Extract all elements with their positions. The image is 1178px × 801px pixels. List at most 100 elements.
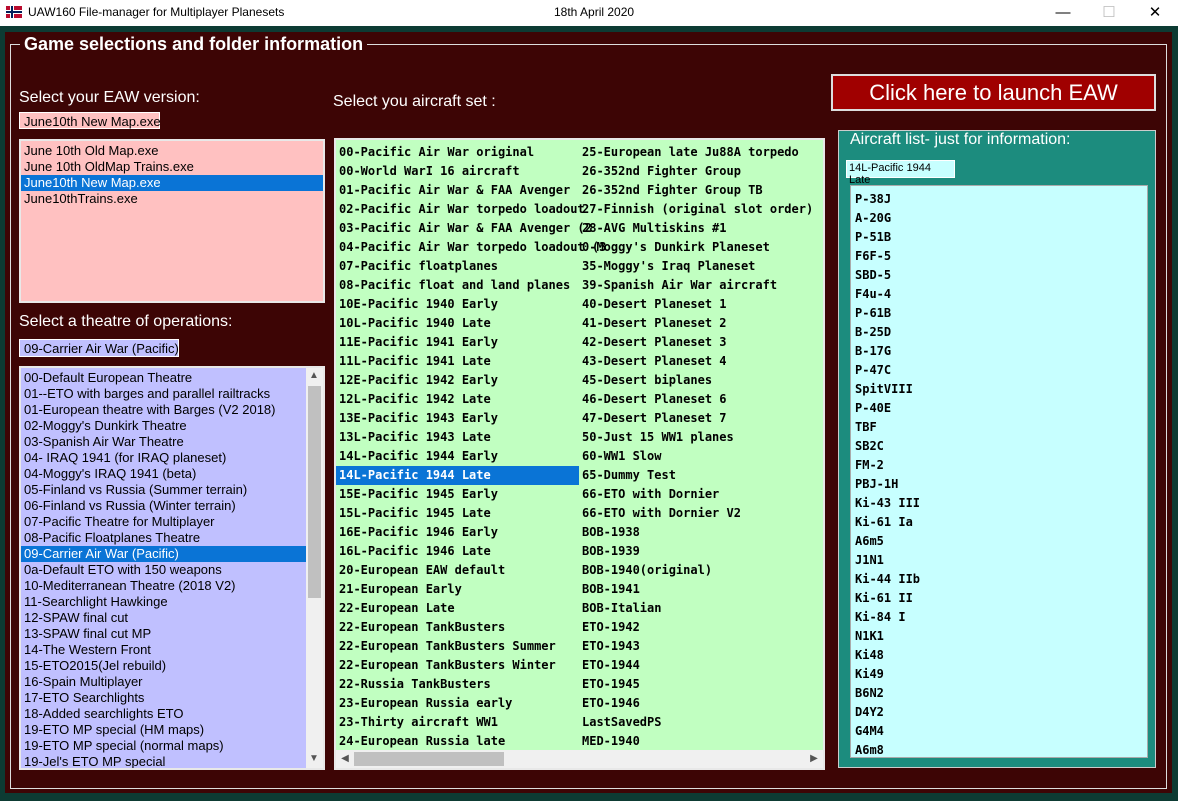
aircraft-set-item[interactable]: 60-WW1 Slow [579,447,823,466]
theatre-item[interactable]: 08-Pacific Floatplanes Theatre [21,530,323,546]
aircraft-set-item[interactable]: 11E-Pacific 1941 Early [336,333,579,352]
aircraft-set-item[interactable]: 45-Desert biplanes [579,371,823,390]
aircraft-set-item[interactable]: 41-Desert Planeset 2 [579,314,823,333]
theatre-item[interactable]: 12-SPAW final cut [21,610,323,626]
aircraft-set-item[interactable]: 08-Pacific float and land planes [336,276,579,295]
aircraft-set-item[interactable]: 40-Desert Planeset 1 [579,295,823,314]
eaw-version-item[interactable]: June10th New Map.exe [21,175,323,191]
aircraft-set-item[interactable]: BOB-1939 [579,542,823,561]
theatre-item[interactable]: 09-Carrier Air War (Pacific) [21,546,323,562]
aircraft-set-item[interactable]: 22-Russia TankBusters [336,675,579,694]
aircraft-set-hscroll-thumb[interactable] [354,752,504,766]
theatre-item[interactable]: 04-Moggy's IRAQ 1941 (beta) [21,466,323,482]
aircraft-set-item[interactable]: 22-European TankBusters Winter [336,656,579,675]
aircraft-set-item[interactable]: 02-Pacific Air War torpedo loadout [336,200,585,219]
aircraft-set-item[interactable]: 42-Desert Planeset 3 [579,333,823,352]
theatre-item[interactable]: 19-ETO MP special (normal maps) [21,738,323,754]
aircraft-set-item[interactable]: 16E-Pacific 1946 Early [336,523,579,542]
aircraft-set-item[interactable]: 35-Moggy's Iraq Planeset [579,257,823,276]
theatre-item[interactable]: 05-Finland vs Russia (Summer terrain) [21,482,323,498]
aircraft-set-item[interactable]: 13L-Pacific 1943 Late [336,428,579,447]
aircraft-set-item[interactable]: 11L-Pacific 1941 Late [336,352,579,371]
aircraft-set-item[interactable]: 22-European TankBusters Summer [336,637,579,656]
aircraft-set-item[interactable]: 26-352nd Fighter Group TB [579,181,823,200]
aircraft-set-item[interactable]: 66-ETO with Dornier [579,485,823,504]
theatre-item[interactable]: 00-Default European Theatre [21,370,323,386]
aircraft-set-item[interactable]: 03-Pacific Air War & FAA Avenger (2 [336,219,592,238]
aircraft-set-item[interactable]: 66-ETO with Dornier V2 [579,504,823,523]
launch-eaw-button[interactable]: Click here to launch EAW [831,74,1156,111]
theatre-item[interactable]: 17-ETO Searchlights [21,690,323,706]
aircraft-set-item[interactable]: 13E-Pacific 1943 Early [336,409,579,428]
aircraft-set-item[interactable]: 46-Desert Planeset 6 [579,390,823,409]
scroll-up-icon[interactable]: ▲ [306,370,322,381]
aircraft-set-item[interactable]: 23-Thirty aircraft WW1 [336,713,579,732]
theatre-item[interactable]: 06-Finland vs Russia (Winter terrain) [21,498,323,514]
aircraft-set-item[interactable]: 28-AVG Multiskins #1 [579,219,823,238]
theatre-item[interactable]: 18-Added searchlights ETO [21,706,323,722]
eaw-version-list[interactable]: June 10th Old Map.exe June 10th OldMap Tr… [19,139,325,303]
theatre-item[interactable]: 16-Spain Multiplayer [21,674,323,690]
theatre-list[interactable]: 00-Default European Theatre 01--ETO with … [19,366,325,770]
aircraft-set-item[interactable]: 10E-Pacific 1940 Early [336,295,579,314]
aircraft-set-item[interactable]: ETO-1944 [579,656,823,675]
aircraft-set-item[interactable]: 15L-Pacific 1945 Late [336,504,579,523]
aircraft-set-item[interactable]: 12L-Pacific 1942 Late [336,390,579,409]
aircraft-set-item[interactable]: 23-European Russia early [336,694,579,713]
aircraft-set-item[interactable]: 65-Dummy Test [579,466,823,485]
aircraft-set-item[interactable]: ETO-1942 [579,618,823,637]
aircraft-set-item[interactable]: ETO-1946 [579,694,823,713]
theatre-item[interactable]: 07-Pacific Theatre for Multiplayer [21,514,323,530]
aircraft-set-item[interactable]: 25-European late Ju88A torpedo [579,143,823,162]
theatre-item[interactable]: 15-ETO2015(Jel rebuild) [21,658,323,674]
aircraft-set-item[interactable]: LastSavedPS [579,713,823,732]
theatre-item[interactable]: 01--ETO with barges and parallel railtra… [21,386,323,402]
aircraft-set-item[interactable]: ETO-1945 [579,675,823,694]
theatre-item[interactable]: 19-Jel's ETO MP special [21,754,323,768]
aircraft-set-item[interactable]: 24-European Russia late [336,732,579,751]
theatre-item[interactable]: 19-ETO MP special (HM maps) [21,722,323,738]
aircraft-set-item[interactable]: MED-1940 [579,732,823,751]
scroll-down-icon[interactable]: ▼ [306,753,322,764]
aircraft-set-item[interactable]: 43-Desert Planeset 4 [579,352,823,371]
aircraft-set-item[interactable]: 26-352nd Fighter Group [579,162,823,181]
aircraft-set-item[interactable]: 07-Pacific floatplanes [336,257,579,276]
aircraft-set-item[interactable]: 50-Just 15 WW1 planes [579,428,823,447]
theatre-item[interactable]: 04- IRAQ 1941 (for IRAQ planeset) [21,450,323,466]
aircraft-set-item[interactable]: 47-Desert Planeset 7 [579,409,823,428]
theatre-scrollbar[interactable]: ▲ ▼ [306,368,323,768]
aircraft-set-item[interactable]: 00-Pacific Air War original [336,143,579,162]
theatre-scroll-thumb[interactable] [308,386,321,598]
aircraft-set-item[interactable]: 20-European EAW default [336,561,579,580]
maximize-button[interactable]: ☐ [1086,0,1132,26]
theatre-item[interactable]: 10-Mediterranean Theatre (2018 V2) [21,578,323,594]
aircraft-set-item[interactable]: 21-European Early [336,580,579,599]
aircraft-set-item[interactable]: 14L-Pacific 1944 Early [336,447,579,466]
minimize-button[interactable]: — [1040,0,1086,26]
aircraft-set-item[interactable]: 27-Finnish (original slot order) [579,200,823,219]
theatre-item[interactable]: 13-SPAW final cut MP [21,626,323,642]
aircraft-set-item[interactable]: 14L-Pacific 1944 Late [336,466,579,485]
theatre-item[interactable]: 02-Moggy's Dunkirk Theatre [21,418,323,434]
scroll-right-icon[interactable]: ▶ [806,753,822,764]
eaw-version-item[interactable]: June 10th Old Map.exe [21,143,323,159]
aircraft-set-item[interactable]: BOB-1938 [579,523,823,542]
eaw-version-item[interactable]: June10thTrains.exe [21,191,323,207]
aircraft-set-item[interactable]: BOB-Italian [579,599,823,618]
aircraft-set-item[interactable]: 00-World WarI 16 aircraft [336,162,579,181]
theatre-item[interactable]: 14-The Western Front [21,642,323,658]
eaw-version-item[interactable]: June 10th OldMap Trains.exe [21,159,323,175]
aircraft-set-item[interactable]: 15E-Pacific 1945 Early [336,485,579,504]
aircraft-set-list[interactable]: 00-Pacific Air War original 00-World WarI… [334,138,825,770]
aircraft-set-item[interactable]: 01-Pacific Air War & FAA Avenger [336,181,579,200]
aircraft-set-item[interactable]: BOB-1941 [579,580,823,599]
aircraft-set-item[interactable]: 16L-Pacific 1946 Late [336,542,579,561]
theatre-item[interactable]: 03-Spanish Air War Theatre [21,434,323,450]
aircraft-set-item[interactable]: 22-European Late [336,599,579,618]
aircraft-set-item[interactable]: BOB-1940(original) [579,561,823,580]
aircraft-set-item[interactable]: 04-Pacific Air War torpedo loadout (3 [336,238,606,257]
aircraft-set-hscrollbar[interactable]: ◀ ▶ [336,750,823,768]
aircraft-set-item[interactable]: 12E-Pacific 1942 Early [336,371,579,390]
aircraft-set-item[interactable]: 22-European TankBusters [336,618,579,637]
theatre-item[interactable]: 11-Searchlight Hawkinge [21,594,323,610]
